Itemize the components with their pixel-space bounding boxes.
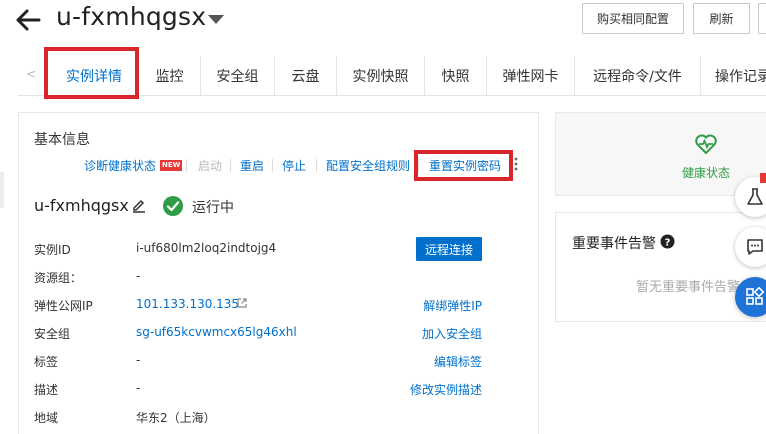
status-text: 运行中 bbox=[192, 200, 234, 216]
divider bbox=[230, 159, 231, 172]
notification-dot bbox=[760, 173, 766, 183]
divider bbox=[272, 159, 273, 172]
tab-operation-log[interactable]: 操作记录 bbox=[700, 56, 766, 96]
heart-pulse-icon bbox=[695, 134, 717, 155]
back-arrow-icon[interactable] bbox=[14, 6, 42, 34]
tab-scroll-left-icon[interactable]: < bbox=[26, 67, 36, 81]
edit-description-link[interactable]: 修改实例描述 bbox=[392, 381, 482, 398]
tab-disk[interactable]: 云盘 bbox=[274, 56, 336, 96]
description-label: 描述 bbox=[34, 383, 59, 397]
remote-connect-button[interactable]: 远程连接 bbox=[416, 237, 482, 261]
diagnose-health-link[interactable]: 诊断健康状态 bbox=[84, 157, 156, 174]
new-badge: NEW bbox=[160, 160, 183, 171]
tab-snapshot[interactable]: 快照 bbox=[424, 56, 486, 96]
resource-group-value: - bbox=[136, 269, 141, 283]
page-title: u-fxmhqgsx bbox=[56, 2, 207, 31]
tab-remote-command[interactable]: 远程命令/文件 bbox=[574, 56, 700, 96]
config-sg-rule-link[interactable]: 配置安全组规则 bbox=[326, 157, 410, 174]
svg-text:?: ? bbox=[665, 238, 671, 249]
buy-same-config-button[interactable]: 购买相同配置 bbox=[582, 3, 684, 34]
side-collapse-handle[interactable] bbox=[0, 172, 4, 208]
chat-icon bbox=[747, 239, 763, 255]
events-empty-text: 暂无重要事件告警 bbox=[636, 280, 741, 295]
events-card bbox=[555, 212, 766, 322]
apps-grid-icon bbox=[746, 287, 765, 305]
more-header-button[interactable] bbox=[758, 3, 766, 34]
eip-label: 弹性公网IP bbox=[34, 299, 93, 313]
divider bbox=[186, 159, 187, 172]
flask-icon bbox=[747, 188, 763, 205]
stop-link[interactable]: 停止 bbox=[282, 157, 306, 174]
section-title: 基本信息 bbox=[34, 132, 90, 148]
instance-name: u-fxmhqgsx bbox=[34, 196, 129, 215]
health-status-label: 健康状态 bbox=[682, 166, 731, 180]
instance-id-value: i-uf680lm2loq2indtojg4 bbox=[136, 241, 277, 255]
tab-monitor[interactable]: 监控 bbox=[138, 56, 200, 96]
health-status-card[interactable] bbox=[555, 112, 766, 196]
tags-value: - bbox=[136, 353, 141, 367]
refresh-button[interactable]: 刷新 bbox=[693, 3, 750, 34]
flask-float-button[interactable] bbox=[735, 177, 766, 217]
events-title: 重要事件告警 bbox=[572, 236, 656, 252]
description-value: - bbox=[136, 381, 141, 395]
tab-security-group[interactable]: 安全组 bbox=[200, 56, 274, 96]
caret-down-icon[interactable] bbox=[208, 15, 224, 24]
start-link[interactable]: 启动 bbox=[198, 157, 222, 174]
join-sg-link[interactable]: 加入安全组 bbox=[412, 325, 482, 342]
security-group-label: 安全组 bbox=[34, 327, 71, 341]
region-value: 华东2（上海） bbox=[136, 411, 216, 425]
divider bbox=[316, 159, 317, 172]
edit-pencil-icon[interactable] bbox=[131, 197, 147, 213]
resource-group-label: 资源组： bbox=[34, 271, 83, 285]
unbind-eip-link[interactable]: 解绑弹性IP bbox=[412, 297, 482, 314]
more-vertical-icon[interactable] bbox=[514, 156, 518, 172]
running-check-icon bbox=[163, 196, 183, 216]
eip-value-link[interactable]: 101.133.130.135 bbox=[136, 297, 239, 311]
restart-link[interactable]: 重启 bbox=[240, 157, 264, 174]
instance-id-label: 实例ID bbox=[34, 243, 71, 257]
tab-eni[interactable]: 弹性网卡 bbox=[486, 56, 574, 96]
security-group-link[interactable]: sg-uf65kcvwmcx65lg46xhl bbox=[136, 325, 297, 339]
tab-instance-snapshot[interactable]: 实例快照 bbox=[336, 56, 424, 96]
help-question-icon[interactable]: ? bbox=[660, 234, 675, 249]
external-link-icon[interactable] bbox=[236, 297, 248, 309]
highlight-box-reset bbox=[414, 150, 513, 181]
edit-tags-link[interactable]: 编辑标签 bbox=[412, 353, 482, 370]
tags-label: 标签 bbox=[34, 355, 59, 369]
highlight-box-tab bbox=[44, 47, 139, 99]
region-label: 地域 bbox=[34, 411, 59, 425]
